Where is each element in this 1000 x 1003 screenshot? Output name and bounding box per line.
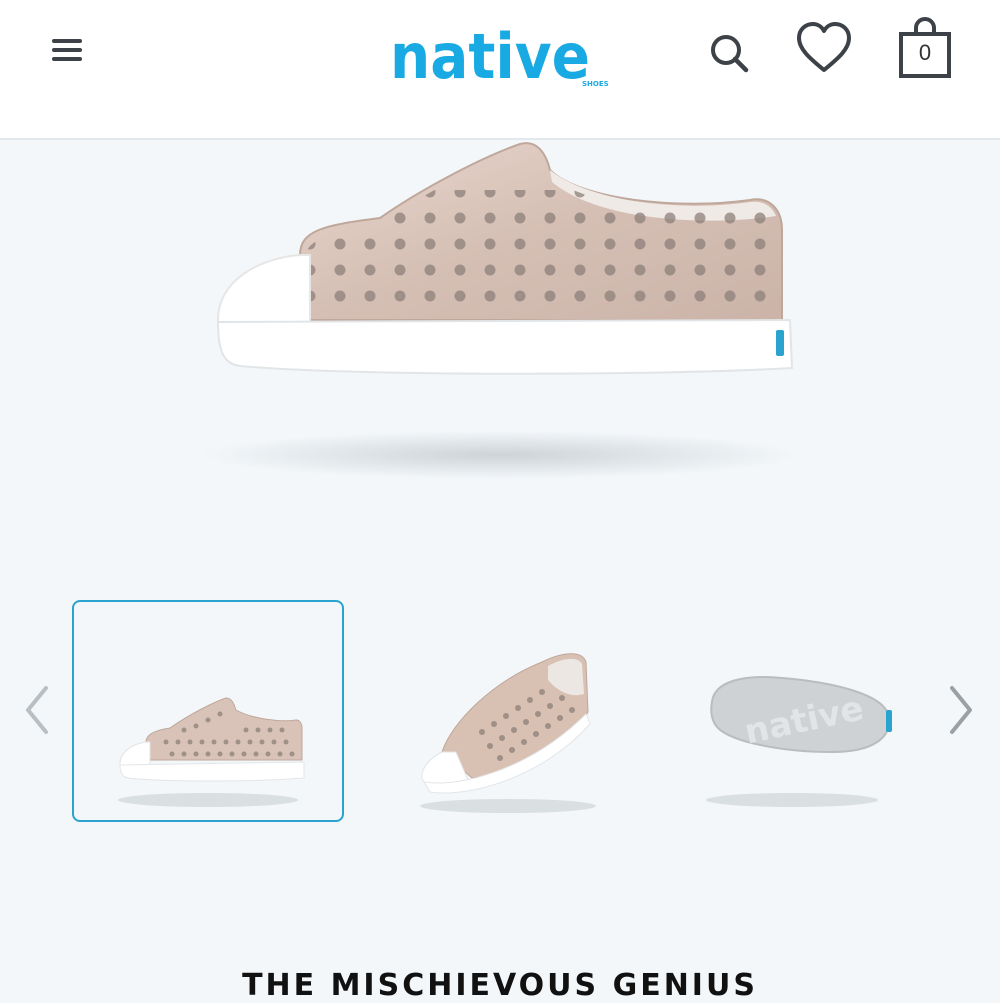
menu-icon: [52, 39, 82, 61]
thumbnail-sole-view[interactable]: native: [660, 600, 932, 822]
search-icon: [711, 35, 749, 73]
wishlist-button[interactable]: [794, 20, 854, 76]
chevron-right-icon: [950, 686, 972, 734]
logo-subtext: SHOES: [582, 80, 609, 88]
thumbnail-shoe-side-image: [118, 697, 305, 807]
carousel-prev-button[interactable]: [22, 680, 52, 740]
chevron-left-icon: [26, 686, 48, 734]
thumbnail-shoe-angled-image: [420, 653, 596, 813]
heart-icon: [797, 22, 851, 72]
shopping-bag-button[interactable]: 0: [896, 16, 954, 82]
bag-count: 0: [918, 40, 932, 65]
product-main-image: [200, 142, 800, 479]
product-thumbnail-carousel: native: [0, 590, 1000, 830]
logo-text: native: [390, 20, 590, 93]
thumbnail-angled-view[interactable]: [370, 600, 642, 822]
native-logo[interactable]: native SHOES: [390, 16, 610, 96]
product-title: THE MISCHIEVOUS GENIUS: [242, 968, 758, 1003]
thumbnail-side-view[interactable]: [72, 600, 344, 822]
search-button[interactable]: [704, 28, 754, 78]
menu-button[interactable]: [46, 30, 90, 70]
site-header: native SHOES 0: [0, 0, 1000, 140]
thumbnail-shoe-sole-image: native: [706, 676, 892, 807]
carousel-next-button[interactable]: [946, 680, 976, 740]
